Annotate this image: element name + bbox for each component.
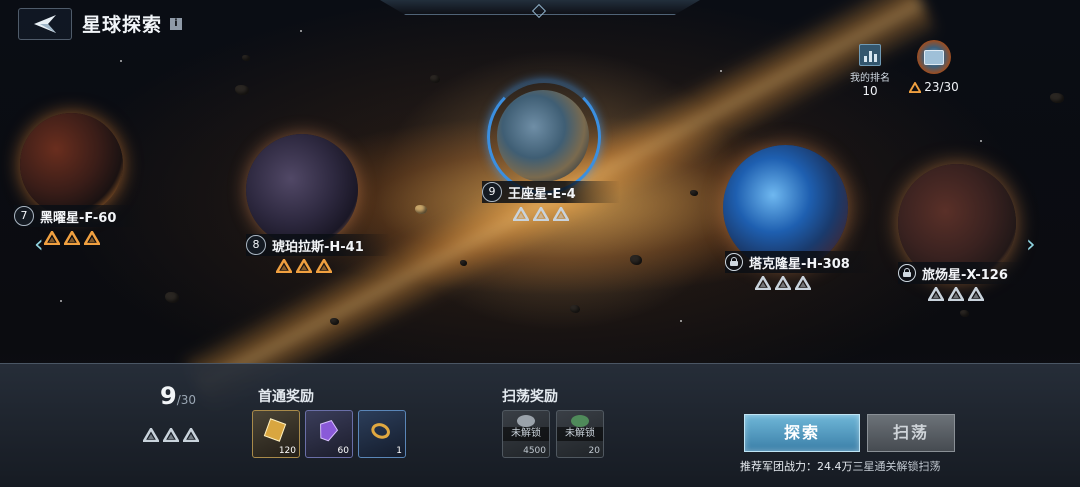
my-ranking[interactable]: 我的排名 10 — [846, 44, 894, 98]
star-triangle-icon — [316, 259, 332, 273]
star-triangle-icon — [44, 231, 60, 245]
chest-star-count: 23/30 — [906, 80, 962, 94]
asteroid — [430, 75, 440, 83]
sweep-reward-title: 扫荡奖励 — [502, 389, 558, 405]
top-bar: 星球探索 i — [0, 0, 1080, 44]
star-triangle-icon — [795, 276, 811, 290]
planet-label-hupo[interactable]: 8 琥珀拉斯-H-41 — [246, 234, 390, 256]
next-arrow-icon[interactable]: › — [1026, 230, 1036, 258]
stage-progress: 9/30 — [160, 382, 197, 410]
star-triangle-icon — [296, 259, 312, 273]
star-triangle-icon — [276, 259, 292, 273]
planet-level-badge: 9 — [482, 182, 502, 202]
bottom-panel: 9/30 首通奖励 120 60 1 扫荡奖励 未解锁 4500 未解锁 20 … — [0, 363, 1080, 487]
planet-name: 黑曜星-F-60 — [40, 210, 117, 226]
star-triangle-icon — [948, 287, 964, 301]
reward-item-purple-crystal[interactable]: 60 — [305, 410, 353, 458]
asteroid — [1050, 93, 1064, 103]
star-triangle-icon — [755, 276, 771, 290]
planet-stars — [928, 287, 984, 301]
ranking-bars-icon — [859, 44, 881, 66]
star-triangle-icon — [84, 231, 100, 245]
silver-ore-icon — [517, 415, 535, 427]
asteroid — [165, 292, 179, 303]
planet-name: 旅炀星-X-126 — [922, 267, 1008, 283]
asteroid — [330, 318, 339, 325]
star-dot — [720, 70, 722, 72]
planet-stars — [276, 259, 332, 273]
asteroid — [690, 190, 698, 196]
explore-button[interactable]: 探索 — [744, 414, 860, 452]
star-triangle-icon — [143, 428, 159, 442]
back-button[interactable] — [18, 8, 72, 40]
sweep-button[interactable]: 扫荡 — [867, 414, 955, 452]
planet-label-lvyang[interactable]: 旅炀星-X-126 — [898, 262, 1026, 284]
planet-label-heiyao[interactable]: 7 黑曜星-F-60 — [14, 205, 143, 227]
recommended-power: 推荐军团战力：24.4万三星通关解锁扫荡 — [740, 460, 941, 473]
asteroid — [235, 85, 249, 95]
star-chest[interactable]: 23/30 — [906, 40, 962, 94]
planet-name: 王座星-E-4 — [508, 186, 576, 202]
star-triangle-icon — [775, 276, 791, 290]
star-triangle-icon — [513, 207, 529, 221]
ring-icon — [371, 423, 390, 439]
lock-icon — [725, 253, 743, 271]
star-triangle-icon — [968, 287, 984, 301]
back-arrow-icon — [34, 15, 56, 33]
page-title: 星球探索 — [82, 14, 163, 36]
asteroid — [242, 55, 250, 61]
first-clear-title: 首通奖励 — [258, 389, 314, 405]
planet-level-badge: 7 — [14, 206, 34, 226]
star-triangle-icon — [928, 287, 944, 301]
star-dot — [680, 320, 682, 322]
star-triangle-icon — [553, 207, 569, 221]
asteroid — [960, 310, 969, 317]
star-dot — [120, 60, 122, 62]
reward-item-ring[interactable]: 1 — [358, 410, 406, 458]
purple-crystal-icon — [320, 420, 339, 442]
ranking-value: 10 — [862, 84, 878, 98]
sweep-item-silver: 未解锁 4500 — [502, 410, 550, 458]
asteroid — [415, 205, 427, 214]
star-triangle-icon — [64, 231, 80, 245]
star-triangle-icon — [183, 428, 199, 442]
planet-label-wangzuo[interactable]: 9 王座星-E-4 — [482, 181, 620, 203]
star-triangle-icon — [909, 81, 922, 93]
planet-name: 塔克隆星-H-308 — [749, 256, 850, 272]
star-triangle-icon — [163, 428, 179, 442]
chest-icon — [917, 40, 951, 74]
planet-stars — [44, 231, 100, 245]
planet-heiyao[interactable] — [20, 113, 123, 216]
progress-stars — [143, 428, 199, 442]
star-dot — [980, 140, 982, 142]
asteroid — [460, 260, 467, 266]
ranking-label: 我的排名 — [850, 73, 890, 84]
star-dot — [60, 300, 62, 302]
planet-level-badge: 8 — [246, 235, 266, 255]
planet-name: 琥珀拉斯-H-41 — [272, 239, 364, 255]
planet-wangzuo[interactable] — [497, 90, 589, 182]
prev-arrow-icon[interactable]: ‹ — [34, 230, 44, 258]
gold-card-icon — [263, 418, 287, 442]
planet-stars — [513, 207, 569, 221]
asteroid — [570, 305, 580, 313]
planet-label-takelong[interactable]: 塔克隆星-H-308 — [725, 251, 876, 273]
planet-hupo[interactable] — [246, 134, 358, 246]
info-button[interactable]: i — [170, 18, 182, 30]
star-triangle-icon — [533, 207, 549, 221]
asteroid — [630, 255, 642, 265]
green-ore-icon — [571, 415, 589, 427]
reward-item-gold-card[interactable]: 120 — [252, 410, 300, 458]
planet-stars — [755, 276, 811, 290]
lock-icon — [898, 264, 916, 282]
sweep-item-green: 未解锁 20 — [556, 410, 604, 458]
